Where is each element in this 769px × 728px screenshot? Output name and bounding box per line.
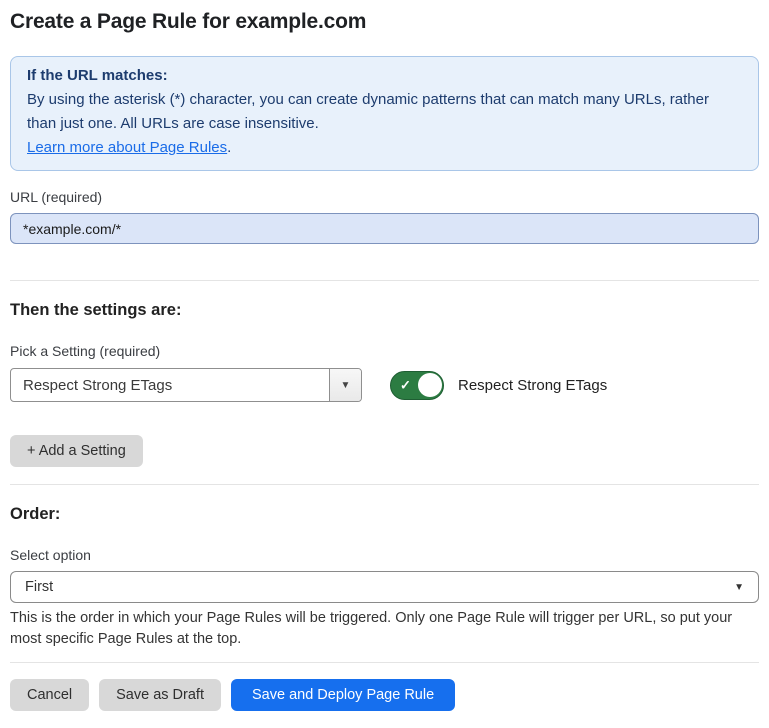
divider — [10, 662, 759, 663]
save-as-draft-button[interactable]: Save as Draft — [99, 679, 221, 711]
check-icon: ✓ — [400, 379, 411, 392]
url-input[interactable] — [10, 213, 759, 244]
caret-down-icon: ▼ — [341, 380, 351, 391]
divider — [10, 484, 759, 485]
setting-select-arrow-button[interactable]: ▼ — [329, 369, 361, 401]
link-suffix: . — [227, 139, 231, 156]
learn-more-link[interactable]: Learn more about Page Rules — [27, 139, 227, 156]
page-title: Create a Page Rule for example.com — [10, 10, 759, 34]
cancel-button[interactable]: Cancel — [10, 679, 89, 711]
order-select[interactable]: First ▼ — [10, 571, 759, 603]
info-box-link-line: Learn more about Page Rules. — [27, 136, 742, 160]
divider — [10, 280, 759, 281]
setting-toggle[interactable]: ✓ — [390, 371, 444, 400]
actions-row: Cancel Save as Draft Save and Deploy Pag… — [10, 679, 759, 711]
toggle-knob — [418, 373, 442, 397]
order-help-text: This is the order in which your Page Rul… — [10, 608, 759, 650]
order-select-value: First — [25, 579, 53, 595]
info-box-heading: If the URL matches: — [27, 64, 742, 88]
add-setting-button[interactable]: + Add a Setting — [10, 435, 143, 467]
setting-select[interactable]: Respect Strong ETags ▼ — [10, 368, 362, 402]
setting-row: Respect Strong ETags ▼ ✓ Respect Strong … — [10, 368, 759, 402]
info-box-body: By using the asterisk (*) character, you… — [27, 88, 742, 136]
page-rule-form: Create a Page Rule for example.com If th… — [0, 10, 769, 711]
url-match-info-box: If the URL matches: By using the asteris… — [10, 56, 759, 171]
setting-select-value: Respect Strong ETags — [11, 369, 329, 401]
caret-down-icon: ▼ — [734, 582, 744, 593]
order-select-label: Select option — [10, 547, 759, 563]
order-section-heading: Order: — [10, 505, 759, 524]
settings-section-heading: Then the settings are: — [10, 301, 759, 320]
toggle-label: Respect Strong ETags — [458, 377, 607, 394]
pick-setting-label: Pick a Setting (required) — [10, 343, 759, 359]
url-label: URL (required) — [10, 189, 759, 205]
save-and-deploy-button[interactable]: Save and Deploy Page Rule — [231, 679, 455, 711]
